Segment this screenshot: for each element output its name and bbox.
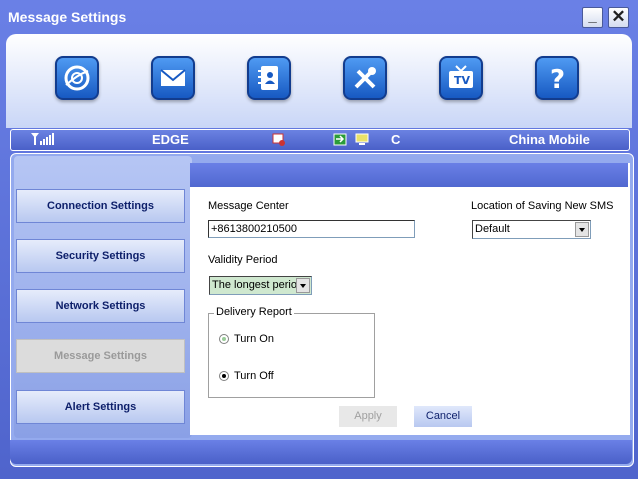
status-bar: EDGE C China Mobile — [10, 129, 630, 151]
network-type: EDGE — [152, 132, 189, 147]
validity-period-value: The longest perio — [212, 279, 297, 291]
sidebar-item-network-settings[interactable]: Network Settings — [16, 289, 185, 323]
message-center-label: Message Center — [208, 200, 289, 212]
signal-strength-icon — [29, 132, 59, 149]
toolbar: TV ? — [6, 34, 632, 128]
sms-icon[interactable] — [151, 56, 195, 100]
sidebar-item-security-settings[interactable]: Security Settings — [16, 239, 185, 273]
sidebar-item-connection-settings[interactable]: Connection Settings — [16, 189, 185, 223]
svg-text:TV: TV — [454, 74, 471, 87]
operator-name: China Mobile — [509, 132, 590, 147]
bottom-decoration — [10, 440, 632, 464]
sms-status-icon — [272, 133, 286, 149]
connect-arrow-icon — [333, 133, 347, 149]
app-window: Message Settings _ ✕ TV ? EDGE C China M… — [0, 0, 638, 479]
cancel-button[interactable]: Cancel — [414, 406, 472, 427]
turn-on-label[interactable]: Turn On — [234, 333, 274, 345]
validity-period-label: Validity Period — [208, 254, 278, 266]
saving-location-label: Location of Saving New SMS — [471, 200, 614, 212]
sidebar-item-alert-settings[interactable]: Alert Settings — [16, 390, 185, 424]
help-icon[interactable]: ? — [535, 56, 579, 100]
saving-location-value: Default — [475, 223, 510, 235]
turn-off-label[interactable]: Turn Off — [234, 370, 274, 382]
turn-on-radio[interactable] — [219, 334, 229, 344]
turn-off-radio[interactable] — [219, 371, 229, 381]
delivery-report-group — [208, 313, 375, 398]
panel-header — [190, 163, 628, 187]
computer-icon — [354, 133, 370, 149]
phonebook-icon[interactable] — [247, 56, 291, 100]
chevron-down-icon[interactable] — [296, 278, 310, 293]
internet-icon[interactable] — [55, 56, 99, 100]
connection-indicator: C — [391, 132, 401, 147]
window-title: Message Settings — [8, 9, 127, 25]
apply-button[interactable]: Apply — [339, 406, 397, 427]
saving-location-select[interactable]: Default — [472, 220, 591, 239]
chevron-down-icon[interactable] — [575, 222, 589, 237]
validity-period-select[interactable]: The longest perio — [209, 276, 312, 295]
minimize-button[interactable]: _ — [582, 7, 603, 28]
message-center-input[interactable]: +8613800210500 — [208, 220, 415, 238]
settings-icon[interactable] — [343, 56, 387, 100]
svg-text:?: ? — [550, 65, 565, 93]
close-button[interactable]: ✕ — [608, 7, 629, 28]
title-bar[interactable]: Message Settings _ ✕ — [0, 0, 638, 34]
sidebar-item-message-settings[interactable]: Message Settings — [16, 339, 185, 373]
delivery-report-label: Delivery Report — [214, 306, 294, 318]
tv-icon[interactable]: TV — [439, 56, 483, 100]
